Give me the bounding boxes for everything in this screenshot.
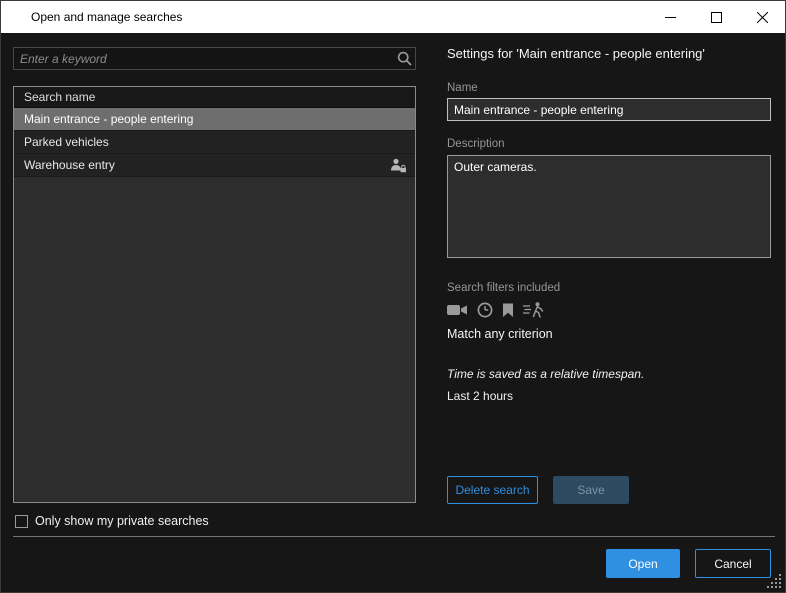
motion-person-icon <box>523 302 544 318</box>
resize-grip-icon[interactable] <box>767 574 781 588</box>
delete-search-button[interactable]: Delete search <box>447 476 538 504</box>
window-controls <box>647 1 785 33</box>
close-button[interactable] <box>739 1 785 33</box>
window-title: Open and manage searches <box>31 10 182 24</box>
camera-icon <box>447 303 468 317</box>
settings-heading: Settings for 'Main entrance - people ent… <box>447 46 771 61</box>
open-button[interactable]: Open <box>606 549 680 578</box>
match-criterion-text: Match any criterion <box>447 327 771 341</box>
name-field[interactable] <box>447 98 771 121</box>
list-item-main-entrance[interactable]: Main entrance - people entering <box>14 108 415 131</box>
titlebar: Open and manage searches <box>1 1 785 33</box>
list-item-label: Parked vehicles <box>24 135 407 149</box>
description-label: Description <box>447 138 771 150</box>
open-and-manage-searches-dialog: Open and manage searches <box>0 0 786 593</box>
list-column-header: Search name <box>14 87 415 108</box>
timespan-note: Time is saved as a relative timespan. <box>447 367 771 381</box>
search-filter-icons <box>447 302 771 318</box>
list-item-parked-vehicles[interactable]: Parked vehicles <box>14 131 415 154</box>
private-search-icon <box>390 158 407 173</box>
list-item-label: Warehouse entry <box>24 158 390 172</box>
save-button[interactable]: Save <box>553 476 629 504</box>
minimize-button[interactable] <box>647 1 693 33</box>
timespan-value: Last 2 hours <box>447 389 771 403</box>
clock-icon <box>477 302 493 318</box>
footer-divider <box>13 536 775 537</box>
close-icon <box>757 12 768 23</box>
cancel-button[interactable]: Cancel <box>695 549 771 578</box>
bookmark-icon <box>502 303 514 318</box>
maximize-button[interactable] <box>693 1 739 33</box>
description-field[interactable]: Outer cameras. <box>447 155 771 258</box>
maximize-icon <box>711 12 722 23</box>
name-label: Name <box>447 82 771 94</box>
keyword-search-input[interactable] <box>14 48 393 69</box>
list-item-label: Main entrance - people entering <box>24 112 407 126</box>
search-filters-label: Search filters included <box>447 282 771 294</box>
private-searches-label: Only show my private searches <box>35 514 209 528</box>
list-item-warehouse-entry[interactable]: Warehouse entry <box>14 154 415 177</box>
private-searches-filter[interactable]: Only show my private searches <box>15 514 209 528</box>
saved-searches-list: Search name Main entrance - people enter… <box>13 86 416 503</box>
minimize-icon <box>665 12 676 23</box>
magnifier-icon <box>393 51 415 66</box>
keyword-search-box <box>13 47 416 70</box>
private-searches-checkbox[interactable] <box>15 515 28 528</box>
